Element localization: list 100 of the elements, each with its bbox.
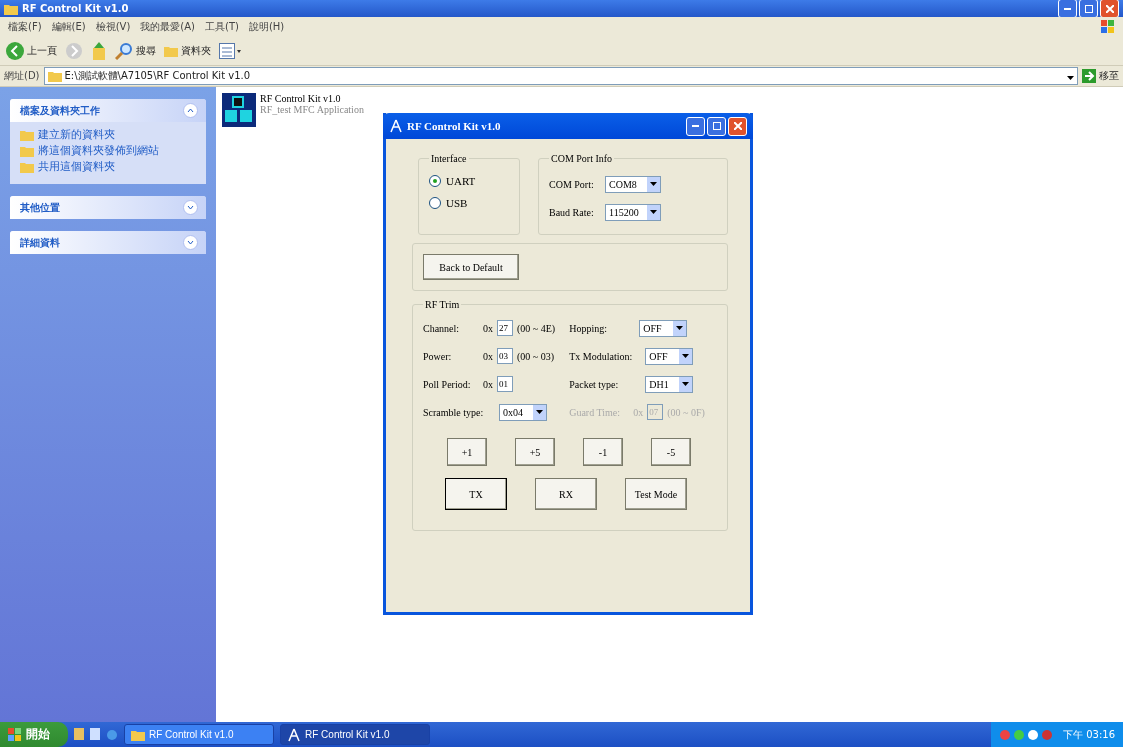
group-title: Interface [430, 153, 468, 164]
hex-prefix: 0x [633, 406, 644, 418]
chevron-icon [187, 239, 194, 246]
field-label: Baud Rate: [549, 206, 595, 218]
task-link[interactable]: 建立新的資料夾 [20, 128, 196, 142]
menu-item[interactable]: 檢視(V) [95, 20, 131, 34]
folder-icon [4, 2, 18, 15]
dropdown[interactable]: COM8 [605, 175, 661, 193]
menu-item[interactable]: 檔案(F) [8, 20, 42, 34]
panel-header[interactable]: 檔案及資料夾工作 [10, 99, 206, 122]
hex-input[interactable]: 27 [497, 320, 513, 336]
folder-icon [20, 145, 34, 157]
caret-icon [650, 182, 657, 186]
minimize-button[interactable] [686, 116, 705, 136]
chevron-icon [187, 204, 194, 211]
windows-logo-icon [1101, 20, 1115, 34]
taskbar-button[interactable]: RF Control Kit v1.0 [124, 724, 274, 745]
caret-icon [1067, 75, 1074, 80]
quick-launch-icons[interactable] [74, 727, 118, 742]
cubes-icon [222, 93, 256, 127]
close-button[interactable] [1100, 0, 1119, 18]
hex-input[interactable]: 01 [497, 376, 513, 392]
action-button[interactable]: RX [535, 478, 597, 510]
address-label: 網址(D) [4, 69, 40, 83]
close-button[interactable] [728, 116, 747, 136]
menu-item[interactable]: 工具(T) [205, 20, 239, 34]
search-icon [115, 42, 133, 60]
back-button[interactable]: 上一頁 [6, 42, 57, 60]
views-icon[interactable] [219, 43, 241, 59]
back-to-default-button[interactable]: Back to Default [423, 254, 519, 280]
caret-icon [536, 410, 543, 414]
dropdown[interactable]: OFF [645, 347, 694, 365]
caret-icon [682, 382, 690, 386]
range-label: (00 ~ 4E) [517, 322, 556, 334]
go-button[interactable]: 移至 [1082, 69, 1119, 83]
field-label: Guard Time: [569, 406, 622, 418]
panel-header[interactable]: 其他位置 [10, 196, 206, 219]
radio-option[interactable]: UART [429, 170, 509, 192]
field-label: Tx Modulation: [569, 350, 634, 362]
menu-item[interactable]: 我的最愛(A) [140, 20, 195, 34]
dropdown[interactable]: 0x04 [499, 403, 547, 421]
action-button[interactable]: TX [445, 478, 507, 510]
step-button[interactable]: +5 [515, 438, 555, 466]
menu-item[interactable]: 編輯(E) [51, 20, 86, 34]
go-arrow-icon [1082, 69, 1096, 83]
step-button[interactable]: +1 [447, 438, 487, 466]
up-folder-icon[interactable] [91, 42, 107, 60]
minimize-button[interactable] [1058, 0, 1077, 18]
field-label: Channel: [423, 322, 461, 334]
restore-button[interactable] [1079, 0, 1098, 18]
windows-logo-icon [8, 727, 22, 742]
hex-prefix: 0x [483, 322, 493, 334]
close-icon [733, 122, 742, 130]
caret-icon [682, 354, 690, 358]
field-label: COM Port: [549, 178, 595, 190]
field-label: Hopping: [569, 322, 608, 334]
field-label: Poll Period: [423, 378, 472, 390]
close-icon [1105, 4, 1114, 13]
range-label: (00 ~ 03) [517, 350, 555, 362]
start-button[interactable]: 開始 [0, 722, 68, 747]
address-field[interactable]: E:\測試軟體\A7105\RF Control Kit v1.0 [43, 67, 1078, 85]
file-item[interactable]: RF Control Kit v1.0 RF_test MFC Application [222, 93, 364, 133]
dropdown[interactable]: OFF [639, 319, 688, 337]
file-description: RF_test MFC Application [260, 104, 364, 115]
caret-icon [650, 210, 657, 214]
dropdown[interactable]: 115200 [605, 203, 661, 221]
action-button[interactable]: Test Mode [625, 478, 687, 510]
taskbar-button[interactable]: RF Control Kit v1.0 [280, 724, 430, 745]
folder-icon [131, 728, 145, 741]
field-label: Scramble type: [423, 406, 485, 418]
group-title: RF Trim [424, 299, 461, 310]
minimize-icon [692, 125, 699, 127]
task-link[interactable]: 共用這個資料夾 [20, 160, 196, 174]
folder-icon [20, 129, 34, 141]
field-label: Power: [423, 350, 453, 362]
minimize-icon [1064, 7, 1071, 10]
dropdown[interactable]: DH1 [645, 375, 694, 393]
menu-item[interactable]: 說明(H) [248, 20, 285, 34]
radio-option[interactable]: USB [429, 192, 509, 214]
dialog-title: RF Control Kit v1.0 [407, 120, 501, 132]
step-button[interactable]: -5 [651, 438, 691, 466]
step-button[interactable]: -1 [583, 438, 623, 466]
maximize-icon [712, 122, 721, 130]
folder-icon [47, 70, 62, 82]
maximize-button[interactable] [707, 116, 726, 136]
restore-icon [1084, 4, 1093, 13]
hex-input[interactable]: 03 [497, 348, 513, 364]
search-button[interactable]: 搜尋 [115, 42, 156, 60]
task-link[interactable]: 將這個資料夾發佈到網站 [20, 144, 196, 158]
file-name: RF Control Kit v1.0 [260, 93, 342, 104]
folder-icon [164, 45, 178, 57]
caret-icon [676, 326, 684, 330]
window-title: RF Control Kit v1.0 [22, 3, 129, 14]
chevron-icon [187, 107, 194, 114]
group-title: COM Port Info [550, 153, 614, 164]
hex-prefix: 0x [483, 378, 493, 390]
clock: 下午 03:16 [1063, 727, 1115, 742]
folders-button[interactable]: 資料夾 [164, 44, 211, 58]
panel-header[interactable]: 詳細資料 [10, 231, 206, 254]
range-label: (00 ~ 0F) [667, 406, 705, 418]
